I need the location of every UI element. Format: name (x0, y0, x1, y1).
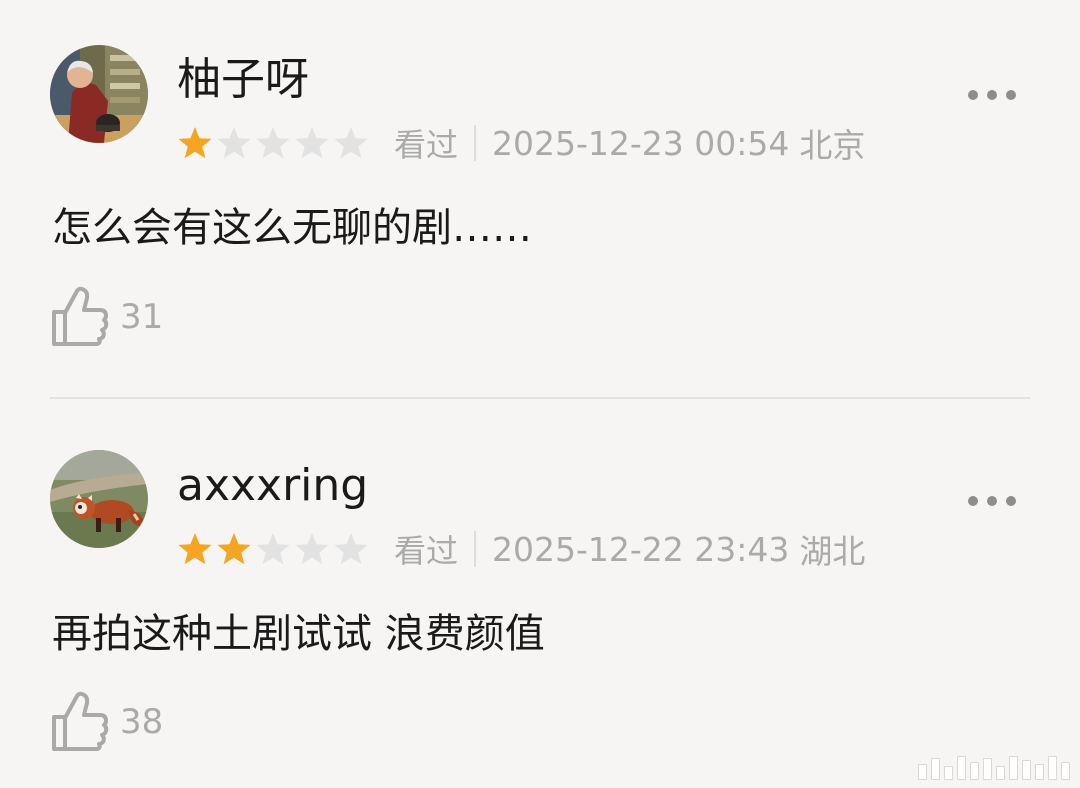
star-empty-icon (217, 127, 251, 159)
like-button[interactable]: 31 (50, 285, 163, 349)
timestamp: 2025-12-23 00:54 (492, 123, 790, 163)
avatar[interactable] (50, 450, 148, 548)
location: 北京 (799, 126, 866, 165)
like-count: 31 (120, 297, 164, 337)
star-empty-icon (256, 127, 290, 159)
watch-status: 看过 (394, 126, 459, 164)
dot (1006, 90, 1016, 100)
dot (968, 90, 978, 100)
star-filled-icon (178, 127, 212, 159)
star-empty-icon (334, 533, 368, 565)
divider (474, 531, 477, 567)
star-filled-icon (178, 533, 212, 565)
dot (987, 90, 997, 100)
comment-item: axxxring 看过 2025-12-22 23:43 湖北 再拍这种土剧试试… (0, 400, 1080, 788)
comment-item: 柚子呀 看过 2025-12-23 00:54 北京 怎么会有这么无聊的剧…… … (0, 0, 1080, 398)
more-options-icon[interactable] (968, 494, 1016, 508)
avatar[interactable] (50, 45, 148, 143)
thumbs-up-icon (52, 691, 109, 751)
avatar-red-panda-photo-icon (50, 450, 148, 548)
username[interactable]: axxxring (177, 460, 368, 512)
thumbs-up-icon (52, 286, 109, 346)
comment-text: 再拍这种土剧试试 浪费颜值 (52, 611, 545, 657)
star-empty-icon (295, 127, 329, 159)
comment-meta: 看过 2025-12-23 00:54 北京 (177, 123, 865, 165)
dot (968, 496, 978, 506)
star-filled-icon (217, 533, 251, 565)
dot (987, 496, 997, 506)
like-count: 38 (120, 702, 164, 742)
star-rating (177, 532, 372, 566)
avatar-person-photo-icon (50, 45, 148, 143)
divider (474, 125, 477, 161)
star-empty-icon (334, 127, 368, 159)
star-empty-icon (256, 533, 290, 565)
star-empty-icon (295, 533, 329, 565)
dot (1006, 496, 1016, 506)
watermark-bars (918, 756, 1070, 780)
like-button[interactable]: 38 (50, 690, 163, 754)
star-rating (177, 126, 372, 160)
username[interactable]: 柚子呀 (177, 54, 309, 106)
location: 湖北 (799, 532, 866, 571)
comment-text: 怎么会有这么无聊的剧…… (52, 205, 532, 251)
comment-divider (50, 397, 1030, 399)
watch-status: 看过 (394, 532, 459, 570)
comment-meta: 看过 2025-12-22 23:43 湖北 (177, 529, 865, 571)
timestamp: 2025-12-22 23:43 (492, 529, 790, 569)
more-options-icon[interactable] (968, 88, 1016, 102)
